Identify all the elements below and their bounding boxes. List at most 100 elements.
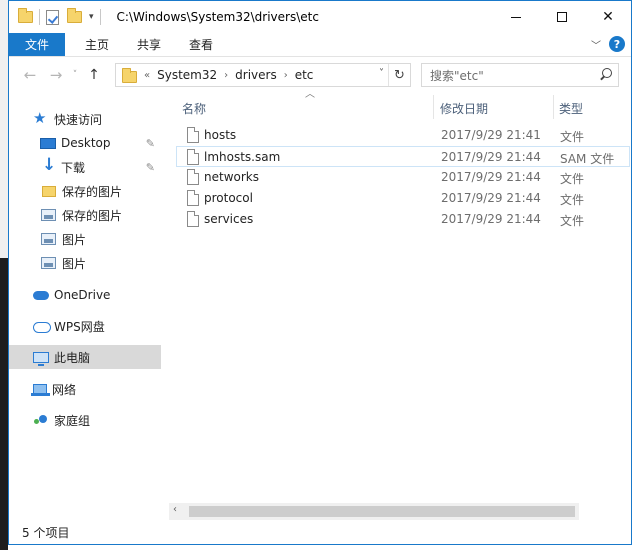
help-icon[interactable]: ? bbox=[609, 36, 625, 52]
file-name: protocol bbox=[204, 191, 253, 205]
file-icon bbox=[187, 169, 199, 185]
file-list: ︿ 名称 修改日期 类型 hosts 2017/9/29 21:41 文件 lm… bbox=[169, 89, 631, 503]
column-divider[interactable] bbox=[433, 95, 434, 119]
recent-locations-chevron-icon[interactable]: ˅ bbox=[69, 70, 81, 80]
customize-toolbar-icon[interactable]: ▾ bbox=[89, 12, 94, 22]
tab-share[interactable]: 共享 bbox=[123, 33, 175, 56]
search-input[interactable]: 搜索"etc" bbox=[421, 63, 619, 87]
file-date: 2017/9/29 21:44 bbox=[441, 150, 541, 164]
expand-ribbon-icon[interactable]: ﹀ bbox=[591, 37, 601, 52]
new-folder-icon[interactable] bbox=[67, 8, 82, 23]
onedrive-icon bbox=[33, 288, 49, 302]
network-icon bbox=[31, 384, 50, 396]
nav-label: 快速访问 bbox=[54, 112, 103, 127]
pin-icon[interactable]: ✎ bbox=[146, 137, 155, 150]
address-row: ← → ˅ ↑ « System32 › drivers › etc ˅ ↻ 搜… bbox=[9, 58, 631, 92]
file-name: networks bbox=[204, 170, 259, 184]
file-date: 2017/9/29 21:44 bbox=[441, 191, 541, 205]
table-row[interactable]: networks 2017/9/29 21:44 文件 bbox=[177, 167, 631, 188]
nav-item-desktop[interactable]: Desktop ✎ bbox=[9, 131, 161, 155]
tab-file[interactable]: 文件 bbox=[9, 33, 65, 56]
file-name: hosts bbox=[204, 128, 237, 142]
pin-icon[interactable]: ✎ bbox=[146, 161, 155, 174]
ribbon-tabs: 文件 主页 共享 查看 ﹀ ? bbox=[9, 33, 631, 57]
scroll-left-icon[interactable]: ‹ bbox=[173, 504, 177, 515]
column-header-type[interactable]: 类型 bbox=[559, 97, 583, 119]
maximize-button[interactable] bbox=[539, 1, 585, 33]
nav-label: 网络 bbox=[52, 382, 77, 397]
breadcrumb-overflow-icon[interactable]: « bbox=[144, 70, 150, 81]
back-arrow-icon[interactable]: ← bbox=[17, 66, 43, 84]
nav-item-this-pc[interactable]: 此电脑 bbox=[9, 345, 161, 369]
folder-icon[interactable] bbox=[18, 8, 33, 23]
nav-item-onedrive[interactable]: OneDrive bbox=[9, 283, 161, 307]
nav-item-pictures[interactable]: 图片 bbox=[9, 227, 161, 251]
nav-label: OneDrive bbox=[54, 288, 111, 302]
column-divider[interactable] bbox=[553, 95, 554, 119]
breadcrumb-separator-icon[interactable]: › bbox=[224, 70, 228, 81]
separator bbox=[39, 9, 40, 25]
file-date: 2017/9/29 21:44 bbox=[441, 170, 541, 184]
separator bbox=[99, 9, 101, 25]
tab-home[interactable]: 主页 bbox=[65, 33, 123, 56]
download-icon bbox=[40, 155, 56, 175]
nav-label: 图片 bbox=[62, 232, 87, 247]
breadcrumb-system32[interactable]: System32 bbox=[157, 68, 217, 82]
forward-arrow-icon[interactable]: → bbox=[43, 66, 69, 84]
refresh-icon[interactable]: ↻ bbox=[388, 64, 410, 86]
nav-item-network[interactable]: 网络 bbox=[9, 377, 161, 401]
file-icon bbox=[187, 190, 199, 206]
nav-label: 图片 bbox=[62, 256, 87, 271]
column-header-date[interactable]: 修改日期 bbox=[440, 97, 488, 119]
nav-item-saved-pictures[interactable]: 保存的图片 bbox=[9, 203, 161, 227]
file-icon bbox=[187, 127, 199, 143]
nav-label: WPS网盘 bbox=[54, 319, 105, 334]
search-icon[interactable] bbox=[598, 68, 612, 82]
breadcrumb-separator-icon[interactable]: › bbox=[284, 70, 288, 81]
table-row[interactable]: protocol 2017/9/29 21:44 文件 bbox=[177, 188, 631, 209]
table-row[interactable]: lmhosts.sam 2017/9/29 21:44 SAM 文件 bbox=[176, 146, 630, 167]
nav-item-saved-pictures-folder[interactable]: 保存的图片 bbox=[9, 179, 161, 203]
horizontal-scrollbar[interactable]: ‹ bbox=[169, 503, 579, 520]
breadcrumb-etc[interactable]: etc bbox=[295, 68, 314, 82]
nav-label: 保存的图片 bbox=[62, 208, 123, 223]
picture-icon bbox=[41, 209, 56, 221]
file-type: 文件 bbox=[560, 214, 585, 228]
nav-item-wps-cloud[interactable]: WPS网盘 bbox=[9, 314, 161, 338]
address-dropdown-icon[interactable]: ˅ bbox=[379, 68, 384, 79]
minimize-icon bbox=[511, 16, 521, 18]
nav-label: 此电脑 bbox=[54, 350, 91, 365]
ribbon-right-controls: ﹀ ? bbox=[591, 36, 625, 52]
nav-item-pictures-2[interactable]: 图片 bbox=[9, 251, 161, 275]
quick-access-toolbar: ▾ bbox=[18, 8, 107, 25]
pc-icon bbox=[33, 351, 49, 366]
window-controls: ✕ bbox=[493, 1, 631, 33]
file-type: SAM 文件 bbox=[560, 152, 615, 166]
file-icon bbox=[187, 211, 199, 227]
file-type: 文件 bbox=[560, 130, 585, 144]
scrollbar-thumb[interactable] bbox=[189, 506, 575, 517]
breadcrumb-drivers[interactable]: drivers bbox=[235, 68, 277, 82]
address-bar[interactable]: « System32 › drivers › etc ˅ ↻ bbox=[115, 63, 411, 87]
close-icon: ✕ bbox=[602, 9, 614, 25]
desktop-icon bbox=[40, 137, 56, 149]
nav-item-quick-access[interactable]: 快速访问 bbox=[9, 107, 161, 131]
close-button[interactable]: ✕ bbox=[585, 1, 631, 33]
up-arrow-icon[interactable]: ↑ bbox=[81, 67, 107, 83]
minimize-button[interactable] bbox=[493, 1, 539, 33]
nav-label: 家庭组 bbox=[54, 413, 91, 428]
nav-item-downloads[interactable]: 下载 ✎ bbox=[9, 155, 161, 179]
folder-icon bbox=[42, 185, 56, 197]
file-date: 2017/9/29 21:44 bbox=[441, 212, 541, 226]
file-date: 2017/9/29 21:41 bbox=[441, 128, 541, 142]
picture-icon bbox=[41, 233, 56, 245]
nav-item-homegroup[interactable]: 家庭组 bbox=[9, 408, 161, 432]
tab-view[interactable]: 查看 bbox=[175, 33, 227, 56]
properties-icon[interactable] bbox=[46, 9, 59, 25]
table-row[interactable]: hosts 2017/9/29 21:41 文件 bbox=[177, 125, 631, 146]
window-title: C:\Windows\System32\drivers\etc bbox=[116, 10, 319, 24]
star-icon bbox=[33, 109, 49, 127]
file-icon bbox=[187, 149, 199, 165]
table-row[interactable]: services 2017/9/29 21:44 文件 bbox=[177, 209, 631, 230]
column-header-name[interactable]: 名称 bbox=[182, 97, 206, 119]
